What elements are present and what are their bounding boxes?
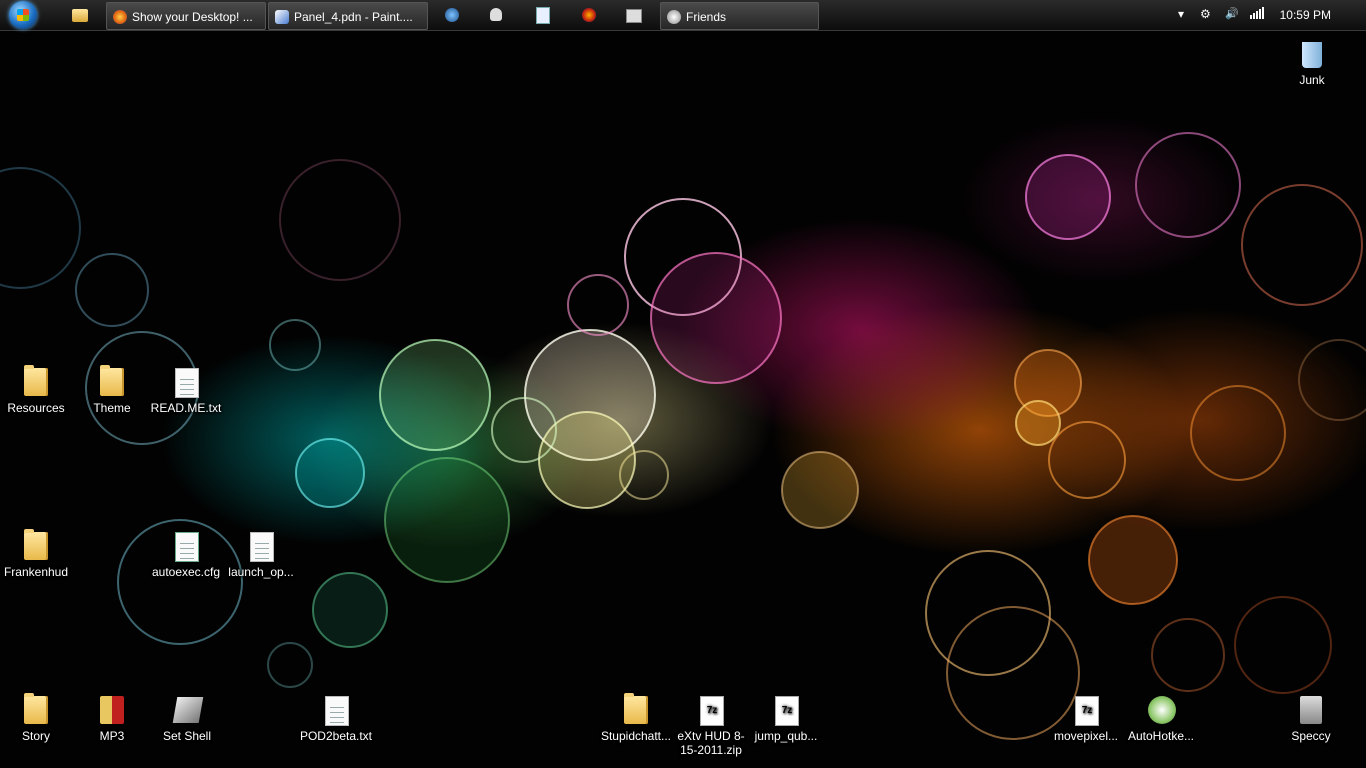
taskbar-button-label: Panel_4.pdn - Paint.... [294,9,413,24]
globe-icon[interactable] [443,6,461,24]
desktop-icon-label: Theme [93,401,131,415]
start-button[interactable] [9,1,37,29]
folder-icon [23,529,49,562]
recycle-bin-icon [1299,38,1325,70]
shortcut-icon [172,694,204,726]
desktop-icon-story[interactable]: Story [0,693,74,743]
desktop-icon-pod2beta[interactable]: POD2beta.txt [298,694,374,743]
desktop-icon-autoexec[interactable]: autoexec.cfg [148,530,224,579]
desktop-icon-speccy[interactable]: Speccy [1273,694,1349,743]
text-file-icon [323,694,349,726]
desktop-icon-label: jump_qub... [754,729,818,743]
music-folder-icon [99,694,125,726]
desktop-icon-movepixel[interactable]: 7z movepixel... [1048,694,1124,743]
desktop-icon-junk[interactable]: Junk [1274,38,1350,87]
desktop-icon-resources[interactable]: Resources [0,365,74,415]
taskbar-button-paint-net[interactable]: Panel_4.pdn - Paint.... [268,2,428,30]
text-file-icon [173,366,199,398]
desktop-icon-theme[interactable]: Theme [74,365,150,415]
wifi-tool-icon[interactable] [625,6,643,24]
desktop-icon-set-shell[interactable]: Set Shell [149,694,225,743]
network-icon[interactable] [1250,7,1264,22]
desktop-icon-label: POD2beta.txt [299,729,373,743]
folder-icon [23,365,49,398]
desktop-icon-label: Frankenhud [3,565,69,579]
desktop-icon-label: READ.ME.txt [150,401,222,415]
desktop-icon-label: Story [21,729,50,743]
desktop-icon-frankenhud[interactable]: Frankenhud [0,529,74,579]
paint-net-icon [275,9,289,24]
cfg-file-icon [173,530,199,562]
desktop-icon-label: AutoHotke... [1127,729,1195,743]
installer-icon [1148,694,1176,726]
desktop-icon-launch-options[interactable]: launch_op... [223,530,299,579]
archive-icon: 7z [773,694,799,726]
desktop-icon-jump-qub[interactable]: 7z jump_qub... [748,694,824,743]
desktop-icon-label: movepixel... [1053,729,1119,743]
desktop-icon-stupidchatt[interactable]: Stupidchatt... [598,693,674,743]
taskbar-button-steam-friends[interactable]: Friends [660,2,819,30]
folder-icon [23,693,49,726]
taskbar-button-label: Show your Desktop! ... [132,9,253,24]
desktop-icon-label: eXtv HUD 8-15-2011.zip [677,729,745,757]
taskbar: Show your Desktop! ... Panel_4.pdn - Pai… [0,0,1366,31]
folder-icon [623,693,649,726]
archive-icon: 7z [698,694,724,726]
volume-icon[interactable]: 🔊 [1225,7,1239,20]
desktop-icon-extv-hud[interactable]: 7z eXtv HUD 8-15-2011.zip [673,694,749,757]
skull-icon[interactable] [487,6,505,24]
desktop-icon-label: Set Shell [162,729,212,743]
firefox-icon [113,9,127,24]
text-file-icon [248,530,274,562]
app-icon[interactable] [580,6,598,24]
desktop-icon-label: Speccy [1291,729,1331,743]
desktop-icon-label: MP3 [99,729,125,743]
taskbar-button-firefox[interactable]: Show your Desktop! ... [106,2,266,30]
desktop-icon-label: Stupidchatt... [600,729,672,743]
desktop-icon-readme[interactable]: READ.ME.txt [148,366,224,415]
desktop-icon-mp3[interactable]: MP3 [74,694,150,743]
clock[interactable]: 10:59 PM [1280,8,1331,22]
speccy-icon [1298,694,1324,726]
taskbar-button-label: Friends [686,9,727,24]
desktop-icon-label: Resources [7,401,65,415]
archive-icon: 7z [1073,694,1099,726]
desktop-icon-autohotkey[interactable]: AutoHotke... [1123,694,1199,743]
steam-tray-icon[interactable]: ⚙ [1200,7,1211,21]
desktop-icon-label: launch_op... [228,565,294,579]
notepad-icon[interactable] [534,6,552,24]
folder-icon[interactable] [72,6,90,24]
folder-icon [99,365,125,398]
tray-overflow-button[interactable]: ▾ [1178,7,1184,21]
desktop-icon-label: autoexec.cfg [151,565,221,579]
steam-icon [667,9,681,24]
desktop-icon-label: Junk [1299,73,1325,87]
